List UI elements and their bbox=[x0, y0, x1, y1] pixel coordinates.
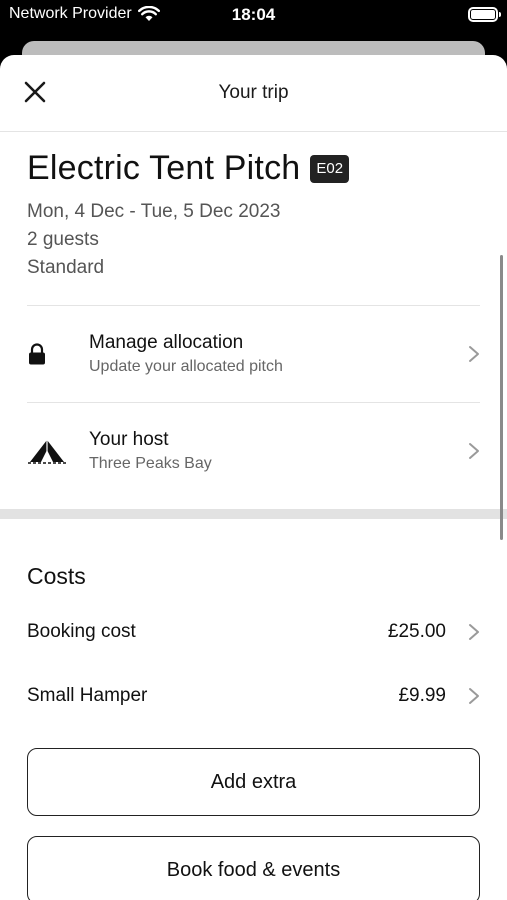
sheet-header: Your trip bbox=[0, 55, 507, 132]
chevron-right-icon bbox=[469, 688, 479, 704]
status-time: 18:04 bbox=[231, 5, 276, 24]
trip-summary: Electric Tent Pitch E02 Mon, 4 Dec - Tue… bbox=[0, 149, 507, 499]
chevron-right-icon bbox=[469, 346, 479, 362]
trip-dates: Mon, 4 Dec - Tue, 5 Dec 2023 bbox=[27, 201, 281, 222]
manage-allocation-row[interactable]: Manage allocation Update your allocated … bbox=[27, 306, 480, 402]
trip-rate: Standard bbox=[27, 257, 105, 278]
tent-icon bbox=[28, 440, 66, 464]
pitch-code-badge: E02 bbox=[310, 154, 350, 183]
trip-guests: 2 guests bbox=[27, 229, 99, 250]
pitch-title: Electric Tent Pitch bbox=[27, 149, 301, 187]
trip-details: Mon, 4 Dec - Tue, 5 Dec 2023 2 guests St… bbox=[27, 198, 480, 282]
trip-sheet: Your trip Electric Tent Pitch E02 Mon, 4… bbox=[0, 55, 507, 900]
manage-allocation-subtitle: Update your allocated pitch bbox=[89, 358, 283, 375]
cost-label: Small Hamper bbox=[27, 685, 148, 706]
cost-value: £25.00 bbox=[387, 621, 446, 642]
add-extra-button[interactable]: Add extra bbox=[27, 748, 480, 816]
app-screen: Network Provider 18:04 Your trip Electri… bbox=[0, 0, 507, 900]
status-bar: Network Provider 18:04 bbox=[0, 0, 507, 34]
chevron-right-icon bbox=[469, 443, 479, 459]
sheet-title: Your trip bbox=[218, 82, 289, 103]
cost-label: Booking cost bbox=[27, 621, 136, 642]
scrollbar[interactable] bbox=[500, 255, 503, 540]
your-host-row[interactable]: Your host Three Peaks Bay bbox=[27, 403, 480, 499]
cost-value: £9.99 bbox=[398, 685, 446, 706]
lock-icon bbox=[29, 343, 45, 365]
chevron-right-icon bbox=[469, 624, 479, 640]
cost-row-hamper[interactable]: Small Hamper £9.99 bbox=[27, 664, 480, 728]
manage-allocation-title: Manage allocation bbox=[89, 332, 244, 353]
costs-list: Booking cost £25.00 Small Hamper £9.99 bbox=[0, 600, 507, 728]
section-separator bbox=[0, 509, 507, 519]
pitch-title-row: Electric Tent Pitch E02 bbox=[27, 149, 480, 188]
your-host-subtitle: Three Peaks Bay bbox=[89, 455, 212, 472]
cost-row-booking[interactable]: Booking cost £25.00 bbox=[27, 600, 480, 664]
book-food-events-button[interactable]: Book food & events bbox=[27, 836, 480, 900]
costs-heading: Costs bbox=[27, 563, 86, 589]
your-host-title: Your host bbox=[89, 429, 169, 450]
battery-icon bbox=[468, 7, 501, 22]
